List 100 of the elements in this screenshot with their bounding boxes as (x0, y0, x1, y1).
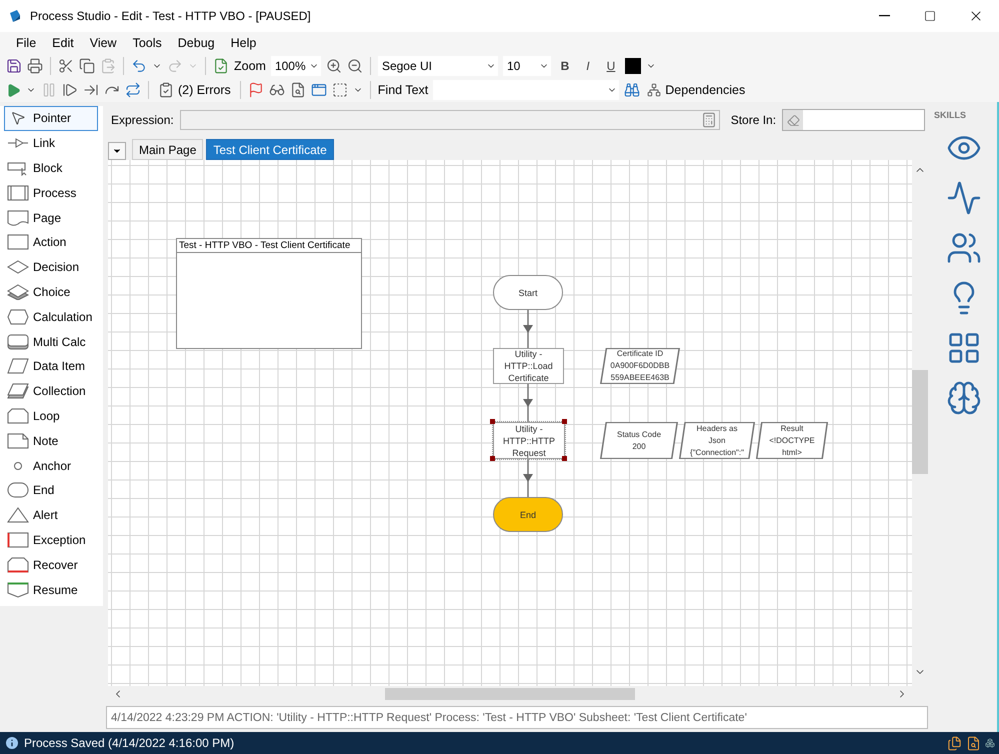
palette-item[interactable]: Data Item (4, 354, 98, 379)
connector-arrow (523, 384, 533, 422)
palette-item[interactable]: Recover (4, 552, 98, 578)
collection-icon (7, 383, 29, 400)
status-text: Process Saved (4/14/2022 4:16:00 PM) (24, 736, 236, 750)
palette-item[interactable]: Decision (4, 254, 98, 280)
menu-item[interactable]: Help (222, 36, 264, 50)
action-node: Utility - HTTP::Load Certificate (493, 348, 564, 384)
note-icon (7, 432, 29, 449)
chart-line-icon[interactable] (946, 180, 982, 216)
zoom-dropdown[interactable]: 100% (270, 56, 321, 76)
errors-button[interactable]: (2) Errors (156, 82, 233, 98)
brain-icon[interactable] (946, 380, 982, 416)
zoom-in-icon[interactable] (326, 58, 342, 74)
selection-icon[interactable] (332, 82, 348, 98)
start-node: Start (493, 275, 563, 310)
palette-item[interactable]: Alert (4, 502, 98, 528)
calculator-icon[interactable] (700, 112, 717, 128)
palette-item[interactable]: Loop (4, 404, 98, 428)
step-in-icon[interactable] (83, 82, 99, 98)
menu-item[interactable]: Debug (170, 36, 223, 50)
save-icon[interactable] (6, 58, 22, 74)
block-title: Test - HTTP VBO - Test Client Certificate (177, 239, 361, 253)
resume-icon (7, 582, 29, 598)
end-icon (7, 482, 29, 498)
tab-menu-button[interactable] (108, 142, 126, 160)
italic-button[interactable]: I (578, 56, 597, 76)
menu-item[interactable]: Tools (124, 36, 170, 50)
find-field[interactable] (433, 80, 620, 100)
restart-icon[interactable] (125, 82, 141, 98)
process-icon (7, 184, 29, 201)
window-title: Process Studio - Edit - Test - HTTP VBO - [PAUSED] (30, 9, 312, 23)
page-icon (7, 210, 29, 226)
font-color-swatch[interactable] (624, 58, 641, 74)
minimize-icon (878, 15, 890, 17)
font-dropdown[interactable]: Segoe UI (378, 56, 498, 76)
bold-button[interactable]: B (556, 56, 574, 76)
calculation-icon (7, 308, 29, 325)
zoom-out-icon[interactable] (346, 58, 363, 74)
underline-button[interactable]: U (602, 56, 620, 76)
scrollbar-thumb[interactable] (385, 688, 635, 700)
play-icon[interactable] (6, 82, 21, 98)
decision-icon (7, 259, 29, 276)
palette-item[interactable]: Note (4, 428, 98, 454)
print-icon[interactable] (27, 58, 43, 74)
step-icon[interactable] (62, 82, 78, 98)
palette-item[interactable]: Multi Calc (4, 329, 98, 354)
cut-icon[interactable] (58, 58, 74, 74)
palette-item[interactable]: Exception (4, 528, 98, 552)
dependencies-button[interactable]: Dependencies (645, 83, 748, 97)
palette-item[interactable]: Collection (4, 378, 98, 404)
data-item-node: Result <!DOCTYPE html> (756, 422, 828, 459)
action-node: Utility - HTTP::HTTP Request (493, 422, 565, 459)
app-logo-icon (8, 9, 22, 23)
palette-item[interactable]: Page (4, 205, 98, 230)
palette-item[interactable]: Anchor (4, 453, 98, 478)
window-icon[interactable] (310, 82, 327, 98)
connector-arrow (523, 459, 533, 497)
checklist-icon (158, 82, 174, 98)
selection-handle[interactable] (490, 456, 495, 461)
documents-icon[interactable] (947, 736, 962, 750)
undo-icon[interactable] (131, 58, 147, 74)
palette-item[interactable]: Block (4, 156, 98, 180)
data-item-node: Certificate ID 0A900F6D0DBB 559ABEEE463B (600, 348, 680, 384)
palette-item[interactable]: Action (4, 230, 98, 255)
connector-arrow (523, 310, 533, 348)
exception-icon (7, 532, 29, 548)
page-tab[interactable]: Test Client Certificate (206, 139, 334, 160)
block-icon (7, 160, 29, 176)
expression-label: Expression: (111, 113, 174, 127)
alert-icon (7, 507, 29, 524)
palette-item[interactable]: Link (4, 130, 98, 156)
selection-handle[interactable] (490, 419, 495, 424)
palette-item[interactable]: Process (4, 180, 98, 206)
font-size-dropdown[interactable]: 10 (502, 56, 551, 76)
palette-item[interactable]: Resume (4, 577, 98, 602)
page-tab[interactable]: Main Page (132, 139, 204, 160)
menu-item[interactable]: View (82, 36, 125, 50)
selection-handle[interactable] (562, 419, 567, 424)
file-search-icon[interactable] (290, 82, 306, 98)
zoom-label: Zoom (234, 59, 266, 73)
binoculars-icon[interactable] (624, 82, 640, 98)
expression-field[interactable] (180, 110, 720, 130)
scrollbar-thumb[interactable] (912, 370, 928, 474)
palette-item[interactable]: Calculation (4, 304, 98, 330)
copy-icon[interactable] (79, 58, 95, 74)
recover-icon (7, 556, 29, 573)
find-label: Find Text (378, 83, 428, 97)
glasses-icon[interactable] (268, 82, 285, 98)
store-in-field[interactable] (782, 109, 925, 131)
palette-item[interactable]: Pointer (4, 106, 98, 131)
selection-handle[interactable] (562, 456, 567, 461)
menu-item[interactable]: File (8, 36, 44, 50)
pointer-icon (10, 110, 26, 126)
document-search-icon[interactable] (966, 736, 981, 750)
network-icon (647, 83, 662, 97)
menu-item[interactable]: Edit (44, 36, 82, 50)
palette-item[interactable]: End (4, 478, 98, 503)
palette-item[interactable]: Choice (4, 280, 98, 304)
flag-icon[interactable] (248, 82, 264, 98)
